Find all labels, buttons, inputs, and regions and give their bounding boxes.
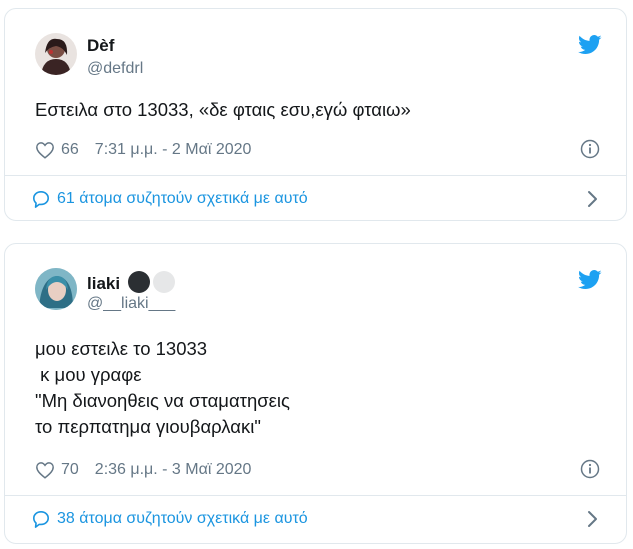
black-circle-icon [127,271,150,293]
tweet-card[interactable]: Dèf @defdrl Εστειλα στο 13033, «δε φταις… [4,8,627,221]
tweet-text-line: μου εστειλε το 13033 [35,338,208,359]
user-handle[interactable]: @__liaki___ [87,294,175,314]
speech-bubble-icon [32,510,50,528]
speech-bubble-icon [32,190,50,208]
divider [5,495,626,496]
heart-icon[interactable] [35,461,55,479]
tweet-text-line: "Μη διανοηθεις να σταματησεις [35,390,290,411]
info-icon[interactable] [580,459,600,479]
divider [5,175,626,176]
timestamp[interactable]: 7:31 μ.μ. - 2 Μαϊ 2020 [95,140,252,160]
chevron-right-icon[interactable] [586,190,598,208]
tweet-card[interactable]: liaki @__liaki___ μου εστειλε το 13033 κ… [4,243,627,544]
info-icon[interactable] [580,139,600,159]
conversation-label: 61 άτομα συζητούν σχετικά με αυτό [57,190,308,207]
avatar[interactable] [35,33,77,75]
conversation-link[interactable]: 38 άτομα συζητούν σχετικά με αυτό [31,509,308,529]
display-name[interactable]: Dèf [87,36,114,56]
tweet-meta: 70 2:36 μ.μ. - 3 Μαϊ 2020 [35,460,251,480]
avatar[interactable] [35,268,77,310]
conversation-link[interactable]: 61 άτομα συζητούν σχετικά με αυτό [31,189,308,209]
timestamp[interactable]: 2:36 μ.μ. - 3 Μαϊ 2020 [95,460,252,480]
like-count[interactable]: 70 [61,460,79,480]
white-circle-icon [152,271,175,293]
chevron-right-icon[interactable] [586,510,598,528]
display-name-row[interactable]: liaki [87,271,175,294]
twitter-bird-icon[interactable] [578,270,602,290]
twitter-bird-icon[interactable] [578,35,602,55]
user-handle[interactable]: @defdrl [87,59,143,79]
conversation-label: 38 άτομα συζητούν σχετικά με αυτό [57,510,308,527]
tweet-meta: 66 7:31 μ.μ. - 2 Μαϊ 2020 [35,140,251,160]
display-name[interactable]: liaki [87,274,120,293]
heart-icon[interactable] [35,141,55,159]
tweet-text-line: κ μου γραφε [35,364,142,385]
like-count[interactable]: 66 [61,140,79,160]
tweet-text-line: το περπατημα γιουβαρλακι" [35,416,261,437]
tweet-text: Εστειλα στο 13033, «δε φταις εσυ,εγώ φτα… [35,99,411,120]
